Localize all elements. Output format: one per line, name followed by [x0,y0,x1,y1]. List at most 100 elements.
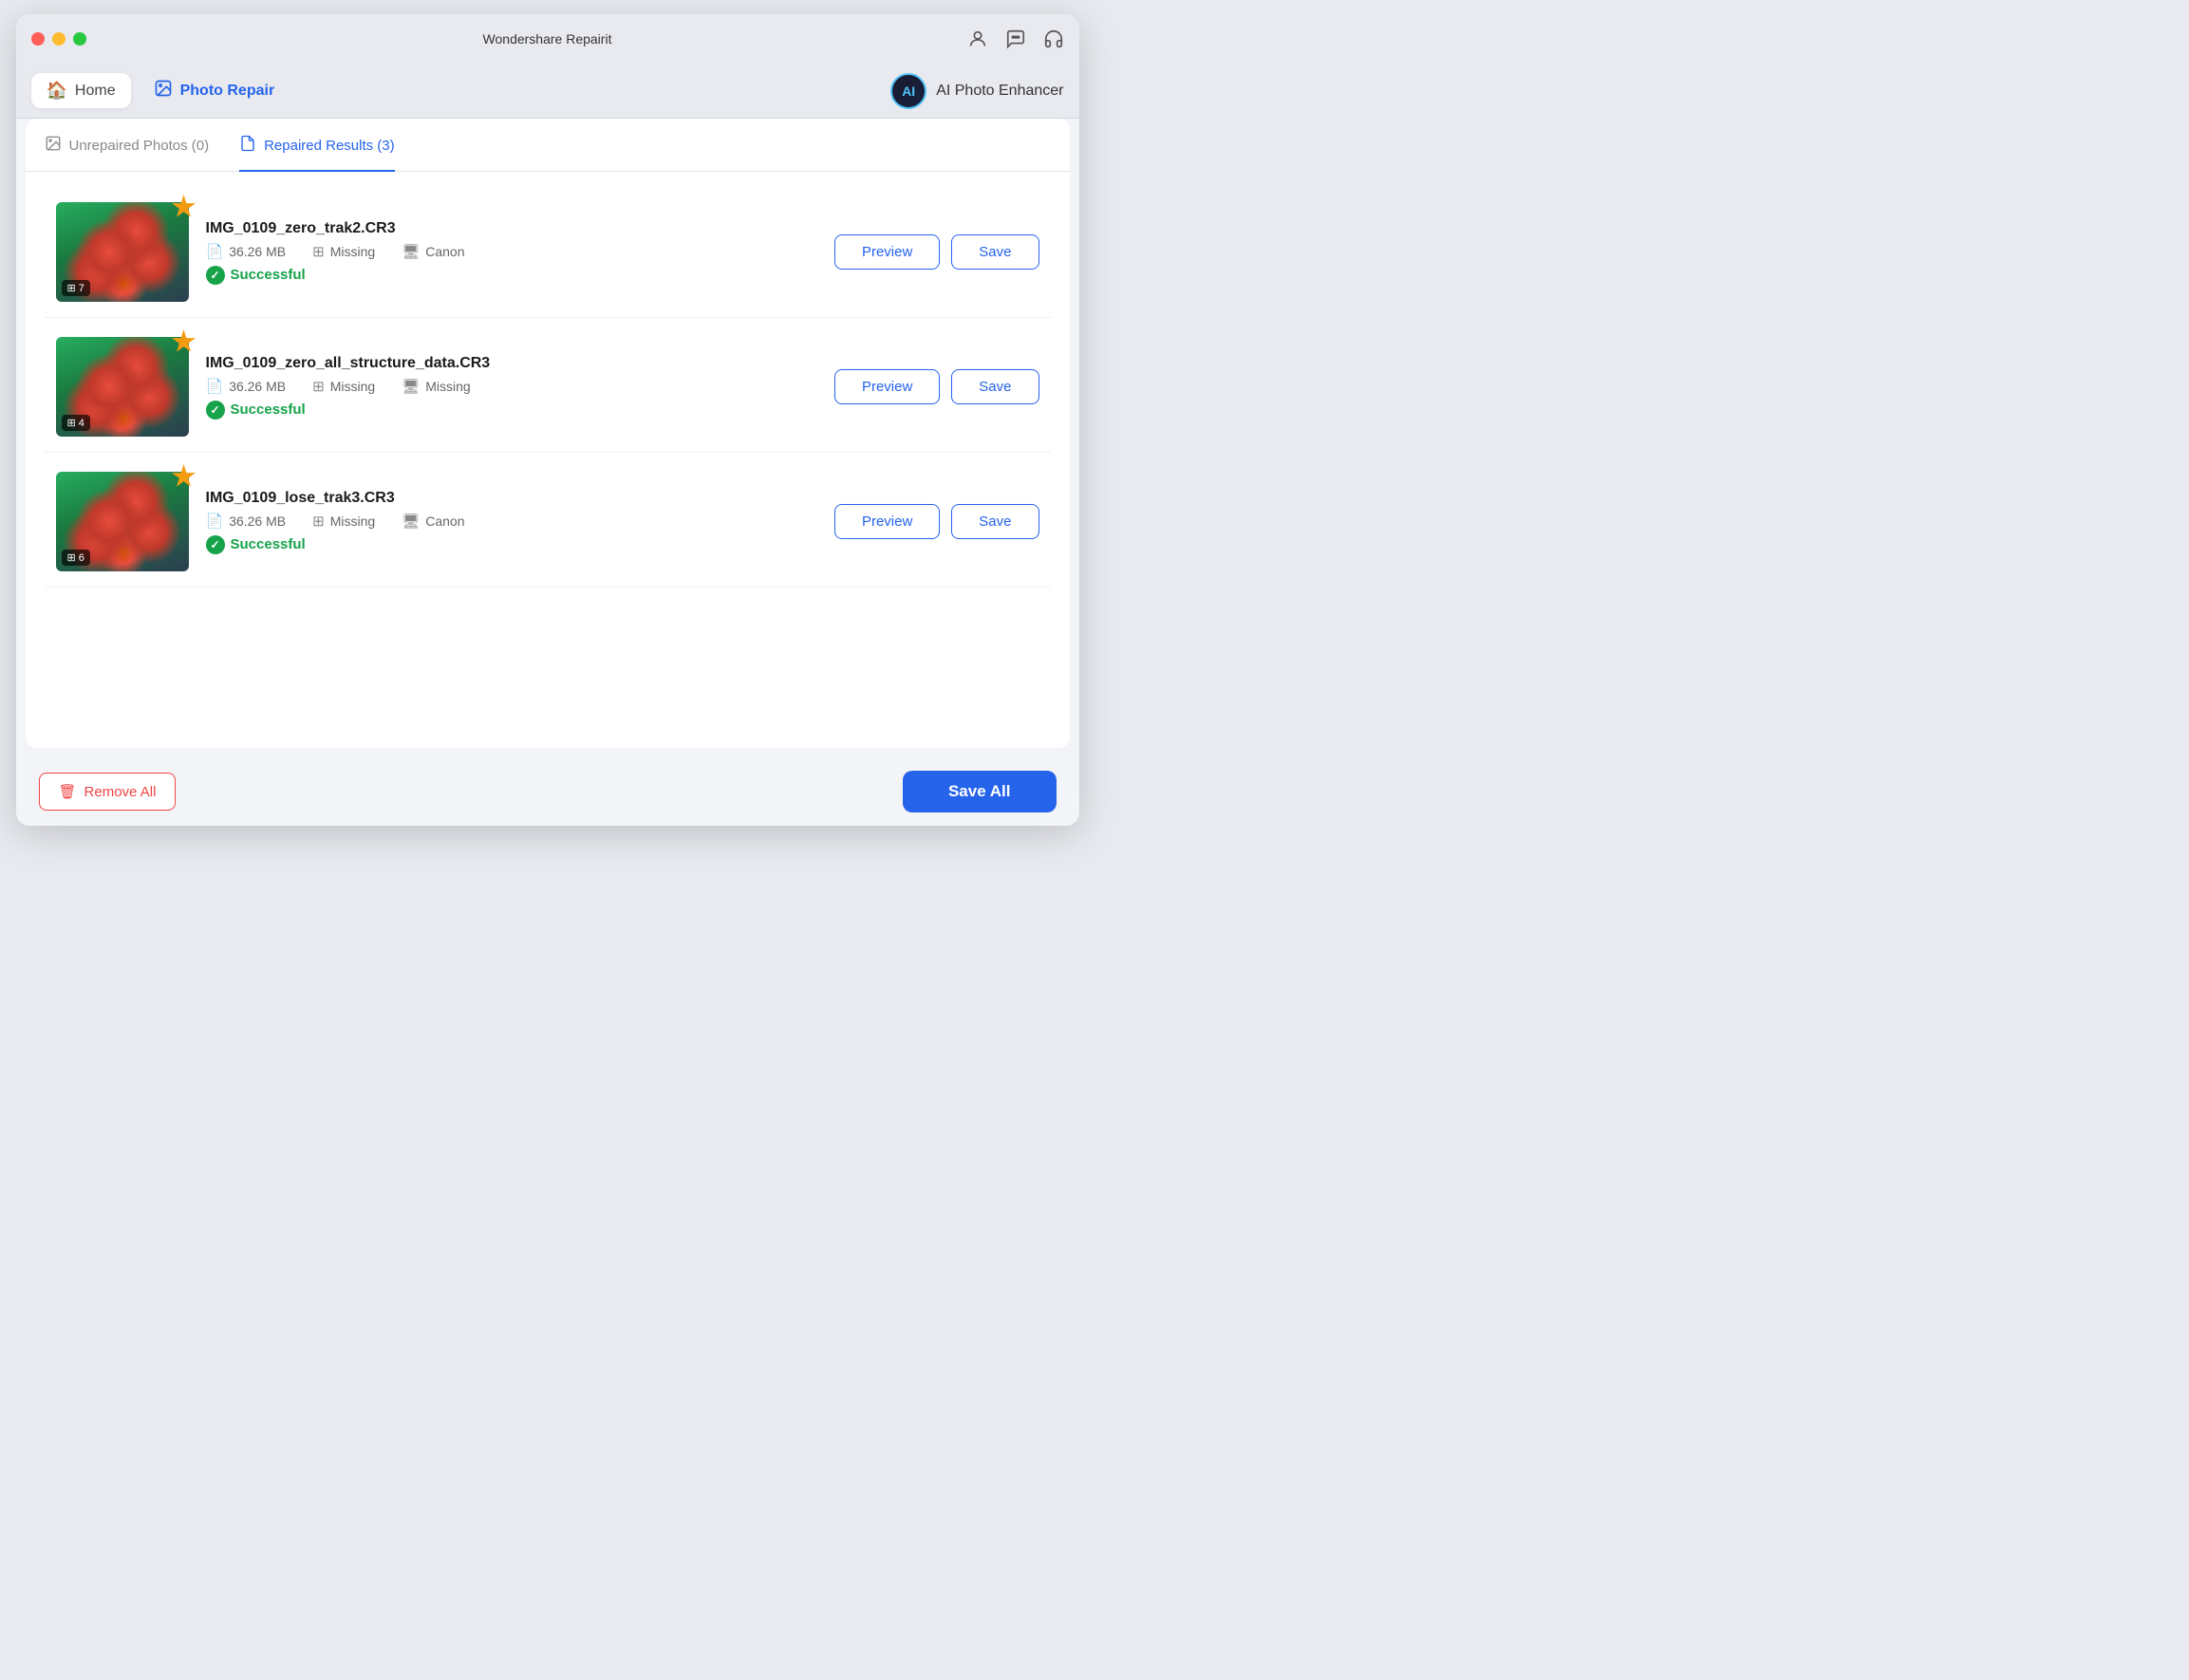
traffic-lights [31,32,86,46]
titlebar-icons [967,28,1064,49]
meta-issue-3: ⊞ Missing [312,513,375,530]
thumb-count-1: 7 [79,283,84,294]
home-button[interactable]: 🏠 Home [31,73,131,108]
status-label-2: Successful [231,401,306,418]
save-button-3[interactable]: Save [951,504,1038,539]
window-title: Wondershare Repairit [483,31,612,47]
photo-name-1: IMG_0109_zero_trak2.CR3 [206,220,817,237]
photo-name-2: IMG_0109_zero_all_structure_data.CR3 [206,355,817,372]
thumb-icon-2: ⊞ [67,417,76,429]
issue-value-2: Missing [330,379,375,394]
meta-issue-2: ⊞ Missing [312,378,375,395]
device-icon-3: 🖥 [402,513,420,530]
meta-device-2: 🖥 Missing [402,378,471,395]
photo-status-1: ✓ Successful [206,266,817,285]
status-label-3: Successful [231,536,306,552]
tab-repaired-label: Repaired Results (3) [264,138,395,154]
tabs-bar: Unrepaired Photos (0) Repaired Results (… [26,119,1070,172]
ai-icon: AI [890,73,926,109]
status-check-icon-3: ✓ [206,535,225,554]
issue-icon-1: ⊞ [312,243,325,260]
chat-icon[interactable] [1005,28,1026,49]
photo-info-3: IMG_0109_lose_trak3.CR3 📄 36.26 MB ⊞ Mis… [206,490,817,554]
file-icon-1: 📄 [206,243,224,260]
account-icon[interactable] [967,28,988,49]
photo-meta-2: 📄 36.26 MB ⊞ Missing 🖥 Missing [206,378,817,395]
device-icon-2: 🖥 [402,378,420,395]
tab-unrepaired[interactable]: Unrepaired Photos (0) [45,135,210,172]
issue-icon-2: ⊞ [312,378,325,395]
list-item: ⊞ 4 IMG_0109_zero_all_structure_data.CR3… [45,322,1051,453]
meta-size-2: 📄 36.26 MB [206,378,287,395]
thumb-count-3: 6 [79,552,84,564]
headphones-icon[interactable] [1043,28,1064,49]
home-label: Home [75,83,116,100]
photo-info-1: IMG_0109_zero_trak2.CR3 📄 36.26 MB ⊞ Mis… [206,220,817,285]
size-value-1: 36.26 MB [229,244,286,259]
footer: 🗑 Remove All Save All [16,757,1079,826]
status-check-icon-1: ✓ [206,266,225,285]
file-icon-3: 📄 [206,513,224,530]
photo-name-3: IMG_0109_lose_trak3.CR3 [206,490,817,507]
ai-enhancer-label: AI Photo Enhancer [936,83,1063,100]
photo-repair-icon [154,79,173,103]
trash-icon: 🗑 [59,783,77,800]
issue-value-3: Missing [330,513,375,529]
maximize-button[interactable] [73,32,86,46]
device-value-2: Missing [425,379,470,394]
meta-device-1: 🖥 Canon [402,243,464,260]
photo-actions-2: Preview Save [834,369,1039,404]
photo-status-2: ✓ Successful [206,401,817,420]
preview-button-3[interactable]: Preview [834,504,940,539]
file-icon-2: 📄 [206,378,224,395]
app-window: Wondershare Repairit [16,14,1079,826]
ai-enhancer-button[interactable]: AI AI Photo Enhancer [890,73,1063,109]
size-value-2: 36.26 MB [229,379,286,394]
thumb-badge-1: ⊞ 7 [62,280,90,296]
save-all-button[interactable]: Save All [903,771,1057,812]
photo-thumbnail-wrap-1: ⊞ 7 [56,202,189,302]
main-content: Unrepaired Photos (0) Repaired Results (… [26,119,1070,748]
photo-thumbnail-wrap-3: ⊞ 6 [56,472,189,571]
photo-actions-3: Preview Save [834,504,1039,539]
photo-meta-3: 📄 36.26 MB ⊞ Missing 🖥 Canon [206,513,817,530]
titlebar: Wondershare Repairit [16,14,1079,64]
meta-device-3: 🖥 Canon [402,513,464,530]
unrepaired-tab-icon [45,135,62,157]
remove-all-label: Remove All [84,784,157,800]
tab-unrepaired-label: Unrepaired Photos (0) [69,138,210,154]
photo-thumbnail-wrap-2: ⊞ 4 [56,337,189,437]
photo-meta-1: 📄 36.26 MB ⊞ Missing 🖥 Canon [206,243,817,260]
thumb-icon-1: ⊞ [67,282,76,294]
home-icon: 🏠 [47,81,67,101]
issue-icon-3: ⊞ [312,513,325,530]
save-button-1[interactable]: Save [951,234,1038,270]
meta-size-1: 📄 36.26 MB [206,243,287,260]
list-item: ⊞ 6 IMG_0109_lose_trak3.CR3 📄 36.26 MB ⊞… [45,457,1051,588]
save-button-2[interactable]: Save [951,369,1038,404]
preview-button-1[interactable]: Preview [834,234,940,270]
preview-button-2[interactable]: Preview [834,369,940,404]
close-button[interactable] [31,32,45,46]
minimize-button[interactable] [52,32,65,46]
meta-issue-1: ⊞ Missing [312,243,375,260]
thumb-badge-3: ⊞ 6 [62,550,90,566]
issue-value-1: Missing [330,244,375,259]
meta-size-3: 📄 36.26 MB [206,513,287,530]
photo-repair-label: Photo Repair [180,83,275,100]
status-label-1: Successful [231,267,306,283]
ai-icon-text: AI [902,84,915,99]
photo-repair-button[interactable]: Photo Repair [139,71,290,110]
thumb-icon-3: ⊞ [67,551,76,564]
navbar: 🏠 Home Photo Repair AI AI Photo Enhancer [16,64,1079,119]
photo-list: ⊞ 7 IMG_0109_zero_trak2.CR3 📄 36.26 MB ⊞… [26,172,1070,748]
photo-status-3: ✓ Successful [206,535,817,554]
list-item: ⊞ 7 IMG_0109_zero_trak2.CR3 📄 36.26 MB ⊞… [45,187,1051,318]
device-value-3: Canon [425,513,464,529]
device-value-1: Canon [425,244,464,259]
thumb-badge-2: ⊞ 4 [62,415,90,431]
repaired-tab-icon [239,135,256,157]
device-icon-1: 🖥 [402,243,420,260]
remove-all-button[interactable]: 🗑 Remove All [39,773,177,811]
tab-repaired[interactable]: Repaired Results (3) [239,135,395,172]
